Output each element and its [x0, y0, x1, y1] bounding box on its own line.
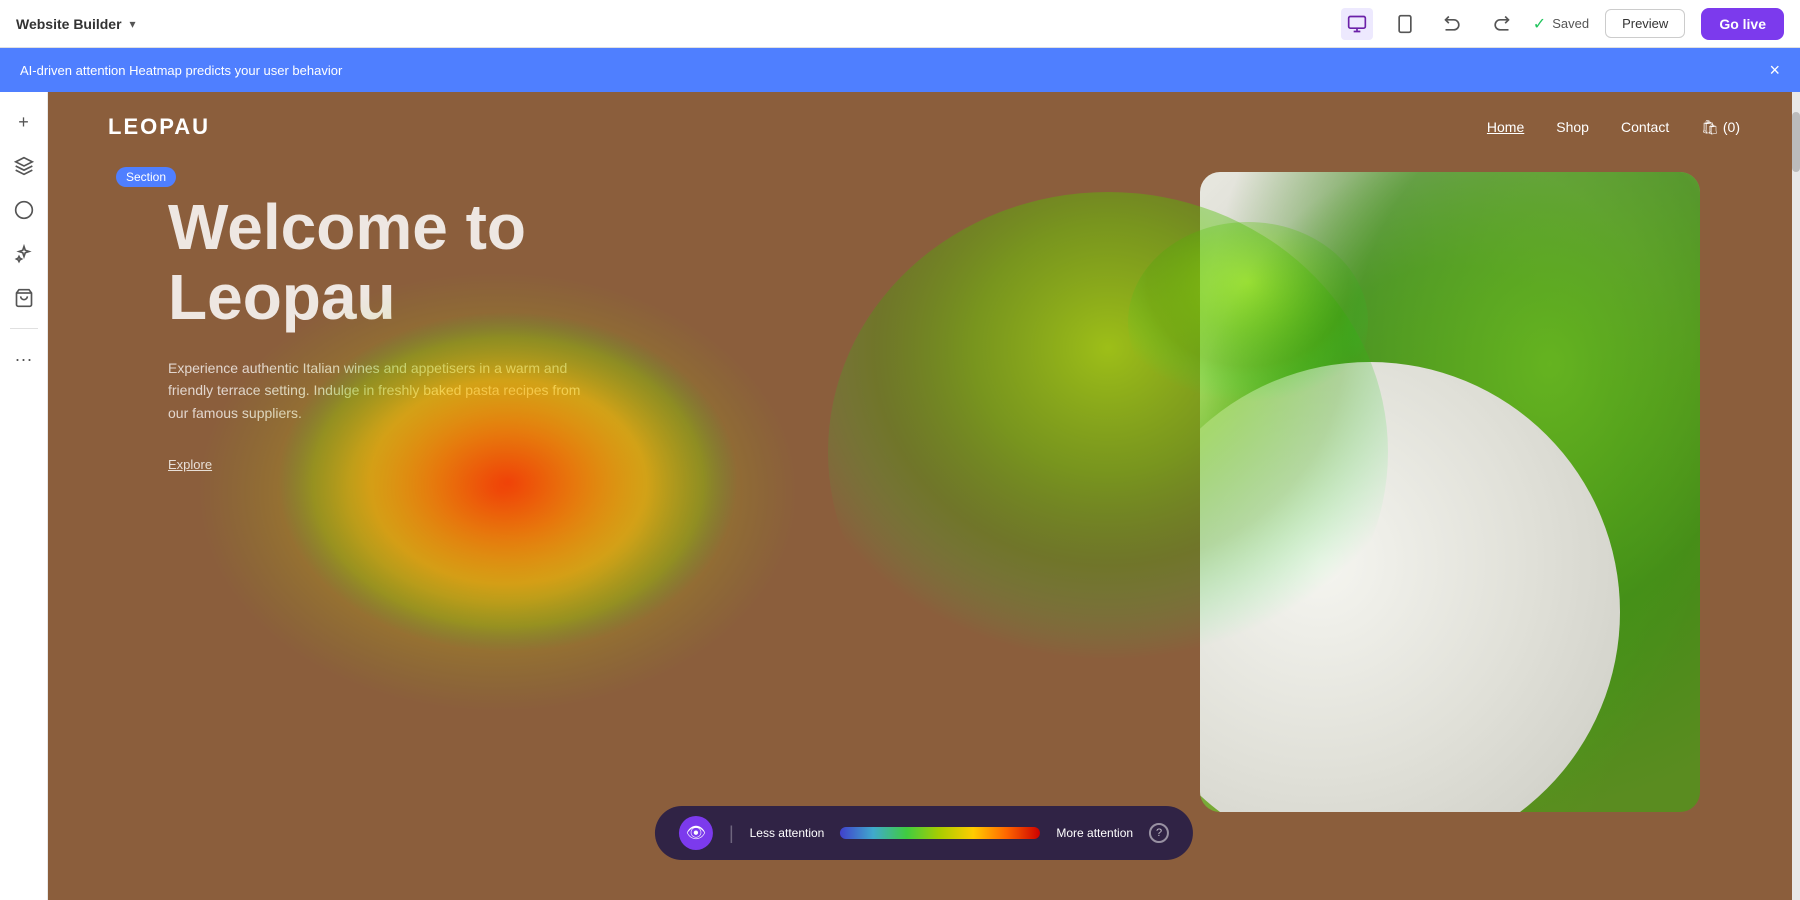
hero-description: Experience authentic Italian wines and a…	[168, 357, 588, 424]
toolbar-left: Website Builder ▾	[16, 16, 136, 32]
toolbar: Website Builder ▾ ✓ Saved Preview Go liv…	[0, 0, 1800, 48]
ai-tools-button[interactable]	[6, 236, 42, 272]
store-button[interactable]	[6, 280, 42, 316]
desktop-view-button[interactable]	[1341, 8, 1373, 40]
site-nav-links: Home Shop Contact 🛍 (0)	[1487, 119, 1740, 136]
add-element-button[interactable]: +	[6, 104, 42, 140]
redo-button[interactable]	[1485, 8, 1517, 40]
nav-link-shop[interactable]: Shop	[1556, 119, 1589, 135]
heatmap-legend: 👁 | Less attention More attention ?	[655, 806, 1193, 860]
banner-text: AI-driven attention Heatmap predicts you…	[20, 63, 342, 78]
toolbar-right: ✓ Saved Preview Go live	[1341, 8, 1784, 40]
canvas-area: LEOPAU Home Shop Contact 🛍 (0) Section W…	[48, 92, 1800, 900]
banner-close-button[interactable]: ×	[1769, 60, 1780, 81]
app-title: Website Builder	[16, 16, 122, 32]
sidebar-divider	[10, 328, 38, 329]
preview-button[interactable]: Preview	[1605, 9, 1685, 38]
attention-gradient	[840, 827, 1040, 839]
layers-button[interactable]	[6, 148, 42, 184]
nav-link-contact[interactable]: Contact	[1621, 119, 1669, 135]
ai-banner: AI-driven attention Heatmap predicts you…	[0, 48, 1800, 92]
more-options-button[interactable]: ···	[6, 341, 42, 377]
nav-link-home[interactable]: Home	[1487, 119, 1524, 135]
hero-content: Welcome to Leopau Experience authentic I…	[168, 192, 768, 474]
mobile-view-button[interactable]	[1389, 8, 1421, 40]
saved-label: Saved	[1552, 16, 1589, 31]
section-label[interactable]: Section	[116, 167, 176, 187]
hero-title: Welcome to Leopau	[168, 192, 768, 333]
cart-nav-icon[interactable]: 🛍 (0)	[1701, 119, 1740, 136]
hero-cta[interactable]: Explore	[168, 457, 212, 472]
left-sidebar: + ···	[0, 92, 48, 900]
site-logo: LEOPAU	[108, 114, 210, 140]
go-live-button[interactable]: Go live	[1701, 8, 1784, 40]
undo-button[interactable]	[1437, 8, 1469, 40]
food-image	[1200, 172, 1700, 812]
shapes-button[interactable]	[6, 192, 42, 228]
website-nav: LEOPAU Home Shop Contact 🛍 (0)	[48, 92, 1800, 162]
food-image-inner	[1200, 172, 1700, 812]
main-layout: + ··· LEOPAU Home Shop Contact	[0, 92, 1800, 900]
less-attention-label: Less attention	[750, 826, 825, 840]
info-icon[interactable]: ?	[1149, 823, 1169, 843]
check-icon: ✓	[1533, 14, 1546, 34]
scrollbar[interactable]	[1792, 92, 1800, 900]
eye-icon[interactable]: 👁	[679, 816, 713, 850]
saved-status: ✓ Saved	[1533, 14, 1589, 34]
chevron-down-icon[interactable]: ▾	[130, 17, 136, 31]
more-attention-label: More attention	[1056, 826, 1133, 840]
website-preview: LEOPAU Home Shop Contact 🛍 (0) Section W…	[48, 92, 1800, 900]
